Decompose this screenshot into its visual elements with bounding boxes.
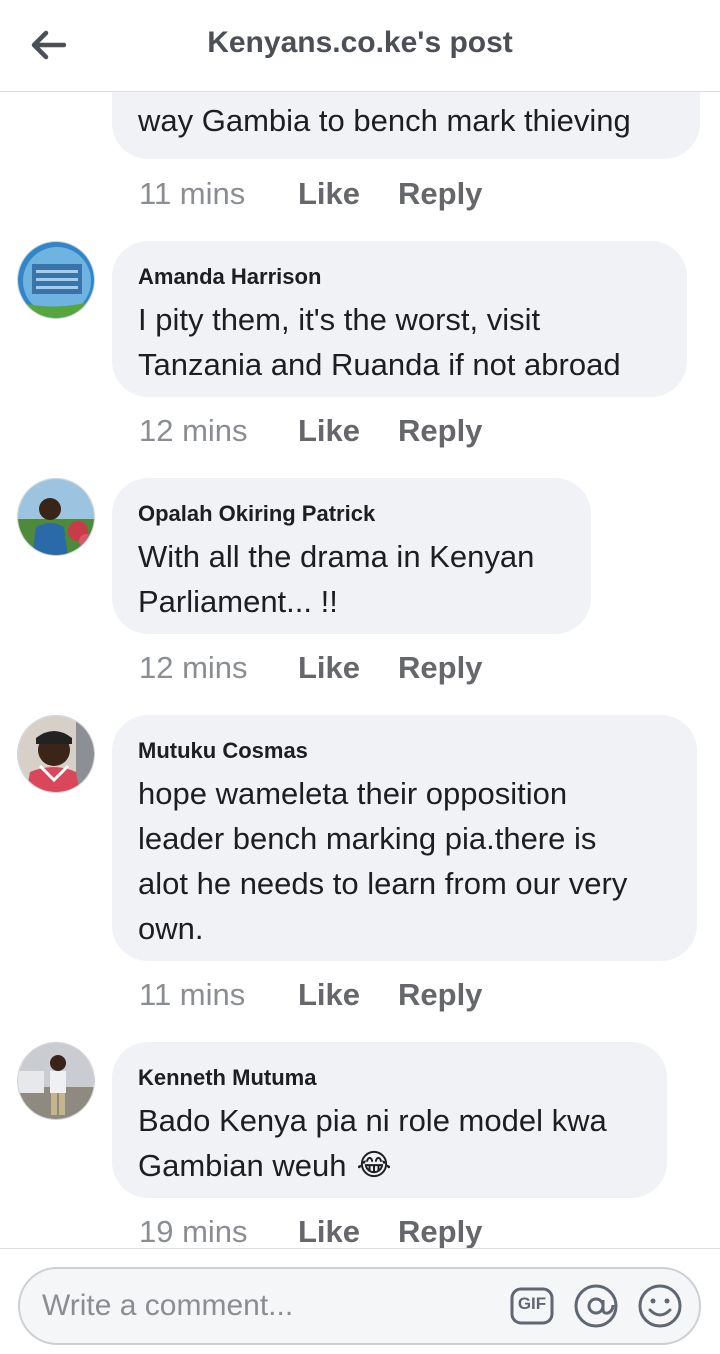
page-title: Kenyans.co.ke's post xyxy=(207,26,513,59)
comment-bubble[interactable]: Amanda Harrison I pity them, it's the wo… xyxy=(112,241,687,397)
comment-line: Parliament... !! xyxy=(138,584,338,619)
avatar[interactable] xyxy=(17,241,95,319)
comment-author[interactable]: Mutuku Cosmas xyxy=(138,737,671,765)
reply-button[interactable]: Reply xyxy=(398,413,482,449)
comment-line: Bado Kenya pia ni role model kwa xyxy=(138,1103,607,1138)
laughing-emoji-icon: 😂 xyxy=(356,1149,392,1182)
comment-line: hope wameleta their opposition xyxy=(138,776,568,811)
like-button[interactable]: Like xyxy=(298,176,398,212)
gif-label: GIF xyxy=(517,1294,547,1313)
reply-button[interactable]: Reply xyxy=(398,1214,482,1248)
reply-button[interactable]: Reply xyxy=(398,650,482,686)
avatar-image xyxy=(18,716,94,792)
comment-timestamp: 12 mins xyxy=(139,413,248,448)
comment-text: hope wameleta their opposition leader be… xyxy=(138,771,671,951)
comment-meta: 12 mins Like Reply xyxy=(139,648,482,688)
comment-composer: Write a comment... GIF xyxy=(0,1248,720,1354)
top-bar: Kenyans.co.ke's post xyxy=(0,0,720,92)
gif-button[interactable]: GIF xyxy=(509,1283,555,1329)
comment-text: With all the drama in Kenyan Parliament.… xyxy=(138,534,565,624)
like-button[interactable]: Like xyxy=(298,413,398,449)
comment-meta: 12 mins Like Reply xyxy=(139,411,482,451)
comment-line: With all the drama in Kenyan xyxy=(138,539,535,574)
mention-icon xyxy=(574,1284,618,1328)
avatar[interactable] xyxy=(17,715,95,793)
like-button[interactable]: Like xyxy=(298,977,398,1013)
comment-line: Tanzania and Ruanda if not abroad xyxy=(138,347,621,382)
comment-text: I pity them, it's the worst, visit Tanza… xyxy=(138,297,661,387)
like-button[interactable]: Like xyxy=(298,650,398,686)
comment-text: Bado Kenya pia ni role model kwa Gambian… xyxy=(138,1098,641,1188)
comment-line: leader bench marking pia.there is xyxy=(138,821,597,856)
comment-input[interactable]: Write a comment... GIF xyxy=(18,1267,701,1345)
comment-line: alot he needs to learn from our very xyxy=(138,866,628,901)
emoji-icon xyxy=(638,1284,682,1328)
comment-bubble[interactable]: Mutuku Cosmas hope wameleta their opposi… xyxy=(112,715,697,961)
comment-meta: 11 mins Like Reply xyxy=(139,975,482,1015)
comment-author[interactable]: Amanda Harrison xyxy=(138,263,661,291)
avatar-image xyxy=(18,479,94,555)
comment-meta: 19 mins Like Reply xyxy=(139,1212,482,1248)
comment-bubble[interactable]: Opalah Okiring Patrick With all the dram… xyxy=(112,478,591,634)
emoji-button[interactable] xyxy=(637,1283,683,1329)
reply-button[interactable]: Reply xyxy=(398,977,482,1013)
comment-timestamp: 12 mins xyxy=(139,650,248,685)
comment-author[interactable]: Opalah Okiring Patrick xyxy=(138,500,565,528)
comment-line-text: Gambian weuh xyxy=(138,1148,347,1183)
comment-timestamp: 11 mins xyxy=(139,176,246,211)
comment-placeholder: Write a comment... xyxy=(42,1289,294,1322)
avatar[interactable] xyxy=(17,1042,95,1120)
comment-bubble[interactable]: Kenneth Mutuma Bado Kenya pia ni role mo… xyxy=(112,1042,667,1198)
comment-line: own. xyxy=(138,911,204,946)
comment-timestamp: 11 mins xyxy=(139,977,246,1012)
avatar-image xyxy=(18,242,94,318)
avatar-image xyxy=(18,1043,94,1119)
comment-line: Gambian weuh 😂 xyxy=(138,1143,641,1188)
comment-text: way Gambia to bench mark thieving xyxy=(138,103,631,138)
mention-button[interactable] xyxy=(573,1283,619,1329)
avatar[interactable] xyxy=(17,478,95,556)
comment-timestamp: 19 mins xyxy=(139,1214,248,1248)
like-button[interactable]: Like xyxy=(298,1214,398,1248)
comment-author[interactable]: Kenneth Mutuma xyxy=(138,1064,641,1092)
reply-button[interactable]: Reply xyxy=(398,176,482,212)
comment-feed[interactable]: way Gambia to bench mark thieving 11 min… xyxy=(0,0,720,1248)
comment-meta-partial: 11 mins Like Reply xyxy=(139,174,482,214)
comment-line: I pity them, it's the worst, visit xyxy=(138,302,541,337)
